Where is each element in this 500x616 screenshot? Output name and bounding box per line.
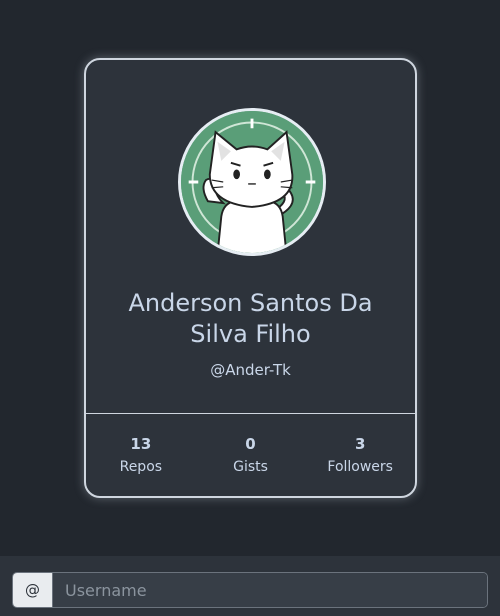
stat-gists: 0 Gists [196, 434, 306, 475]
username-input[interactable] [53, 573, 487, 607]
stat-count: 13 [130, 435, 152, 453]
main-area: Anderson Santos Da Silva Filho @Ander-Tk… [0, 0, 500, 556]
username-input-group: @ [12, 572, 488, 608]
cat-avatar-icon [181, 111, 323, 253]
stat-followers: 3 Followers [305, 434, 415, 475]
profile-card: Anderson Santos Da Silva Filho @Ander-Tk… [84, 58, 417, 498]
stat-repos: 13 Repos [86, 434, 196, 475]
profile-login: @Ander-Tk [210, 361, 291, 379]
search-bar: @ [0, 556, 500, 616]
stat-label: Followers [327, 459, 393, 475]
at-prefix: @ [13, 573, 53, 607]
card-divider [86, 413, 415, 414]
profile-stats: 13 Repos 0 Gists 3 Followers [86, 434, 415, 475]
stat-label: Repos [119, 459, 163, 475]
stat-count: 3 [354, 435, 366, 453]
avatar [178, 108, 326, 256]
stat-label: Gists [233, 459, 268, 475]
profile-name: Anderson Santos Da Silva Filho [128, 289, 373, 348]
stat-count: 0 [245, 435, 256, 453]
